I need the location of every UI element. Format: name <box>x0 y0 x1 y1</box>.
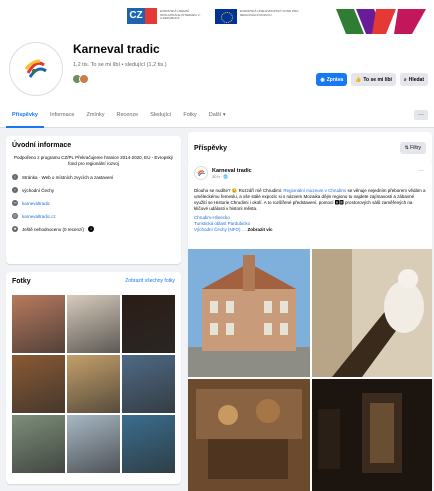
photo-grid <box>12 295 175 473</box>
page-avatar[interactable] <box>9 42 63 96</box>
like-button[interactable]: 👍 To se mi líbí <box>351 73 396 86</box>
museum-hall-photo[interactable] <box>67 355 120 413</box>
tab-reviews[interactable]: Recenze <box>111 104 145 128</box>
post-header: Karneval tradic 20 h · 🌐 <box>194 166 426 180</box>
intro-description: Podpořeno z programu CZ/PL Překračujeme … <box>14 155 173 166</box>
intro-row-website[interactable]: ◎ karnevaltradic.cz <box>12 213 175 219</box>
post-author-avatar[interactable] <box>194 166 208 180</box>
banner-decoration <box>336 9 426 34</box>
post-body: Dlouho se nudíte? 😉 Rozzáří mě Chrudimi:… <box>194 188 426 212</box>
post-card: Karneval tradic 20 h · 🌐 ··· Dlouho se n… <box>188 160 432 491</box>
tab-mentions[interactable]: Zmínky <box>80 104 110 128</box>
intro-row-rating: ★ Ještě nehodnoceno (0 recenzí) i <box>12 226 175 232</box>
intro-row-link[interactable]: ∞ karnevaltradic <box>12 200 175 206</box>
intro-link[interactable]: karnevaltradic <box>22 201 50 206</box>
building-photo[interactable] <box>12 295 65 353</box>
intro-card: Úvodní informace Podpořeno z programu CZ… <box>6 136 181 264</box>
page-actions: ◉ Zprávа 👍 To se mi líbí ⌕ Hledat <box>316 73 428 86</box>
exhibit-photo[interactable] <box>122 355 175 413</box>
post-mention-link[interactable]: Regionální muzeum v Chrudimi <box>283 188 346 193</box>
dark-room-photo[interactable] <box>122 295 175 353</box>
star-icon: ★ <box>12 226 18 232</box>
intro-row-text: Ještě nehodnoceno (0 recenzí) <box>22 226 85 232</box>
pl-logo-part <box>145 8 157 24</box>
cz-pl-logo: CZ <box>127 8 157 24</box>
see-more-link[interactable]: Zobrazit víc <box>248 227 273 232</box>
location-icon: • <box>12 187 18 193</box>
posts-title: Příspěvky <box>194 144 228 152</box>
karneval-logo-icon <box>24 59 47 78</box>
statue-stairs-image[interactable] <box>312 249 432 377</box>
eu-flag-icon <box>215 9 237 24</box>
friend-avatar <box>79 74 89 84</box>
post-options-icon[interactable]: ··· <box>418 168 424 174</box>
search-button-label: Hledat <box>408 76 424 83</box>
see-all-photos-link[interactable]: Zobrazit všechny fotky <box>125 278 175 285</box>
messenger-icon: ◉ <box>320 76 325 83</box>
friend-avatars[interactable] <box>72 74 89 84</box>
page-tabs: Příspěvky Informace Zmínky Recenze Sledu… <box>6 104 232 128</box>
tab-posts[interactable]: Příspěvky <box>6 104 44 128</box>
museum-building-image[interactable] <box>188 249 310 377</box>
like-button-label: To se mi líbí <box>363 76 392 83</box>
intro-row-location: • východní Čechy <box>12 187 175 193</box>
intro-row-text: Stránka · Web o místních zvycích a zasta… <box>22 174 114 180</box>
filter-button[interactable]: ⇅ Filtry <box>399 142 426 154</box>
post-image-gallery[interactable] <box>188 249 432 491</box>
intro-title: Úvodní informace <box>12 142 72 149</box>
workshop-photo[interactable] <box>12 355 65 413</box>
filter-label: Filtry <box>410 145 421 151</box>
exhibition-room-image[interactable] <box>188 379 310 491</box>
street-photo[interactable] <box>12 415 65 473</box>
intro-row-text: východní Čechy <box>22 187 55 193</box>
post-timestamp[interactable]: 20 h · 🌐 <box>212 174 252 179</box>
message-button[interactable]: ◉ Zprávа <box>316 73 348 86</box>
profile-header: Karneval tradic 1,2 tis. To se mi líbí •… <box>0 34 434 128</box>
program-text: EVROPSKÁ ÚZEMNÍ SPOLUPRÁCE INTERREG V-A … <box>160 9 201 20</box>
photos-title: Fotky <box>12 278 31 285</box>
tab-info[interactable]: Informace <box>44 104 80 128</box>
partner-banner: CZ EVROPSKÁ ÚZEMNÍ SPOLUPRÁCE INTERREG V… <box>0 0 434 34</box>
photos-card: Fotky Zobrazit všechny fotky <box>6 272 181 484</box>
glass-photo[interactable] <box>122 415 175 473</box>
search-icon: ⌕ <box>403 76 407 83</box>
dark-hall-image[interactable] <box>312 379 432 491</box>
post-text-part: Dlouho se nudíte? 😉 Rozzáří mě Chrudimi: <box>194 188 284 193</box>
page-title: Karneval tradic <box>73 42 160 56</box>
instagram-icon: ◎ <box>12 213 18 219</box>
link-icon: ∞ <box>12 200 18 206</box>
tab-followers[interactable]: Sledující <box>144 104 177 128</box>
more-options-button[interactable]: ··· <box>414 110 428 120</box>
photos-header: Fotky Zobrazit všechny fotky <box>12 278 175 285</box>
info-icon[interactable]: i <box>88 226 95 232</box>
post-author-name[interactable]: Karneval tradic <box>212 168 252 174</box>
eu-text: EVROPSKÁ UNIE EVROPSKÝ FOND PRO REGIONÁL… <box>240 9 299 17</box>
info-icon: i <box>12 174 18 180</box>
search-button[interactable]: ⌕ Hledat <box>399 73 428 86</box>
intro-website-link[interactable]: karnevaltradic.cz <box>22 214 56 219</box>
tab-more[interactable]: Další ▾ <box>203 104 232 128</box>
message-button-label: Zprávа <box>326 76 344 83</box>
post-tag[interactable]: Východní Čechy (NFO) <box>194 227 241 232</box>
intro-row-category: i Stránka · Web o místních zvycích a zas… <box>12 174 175 180</box>
post-tags: Chrudim-Hlinecko Turistická oblast Pardu… <box>194 215 426 233</box>
page-stats[interactable]: 1,2 tis. To se mi líbí • sledující (1,2 … <box>73 62 167 68</box>
thumbs-up-icon: 👍 <box>355 76 362 83</box>
tab-photos[interactable]: Fotky <box>177 104 202 128</box>
statue-photo[interactable] <box>67 295 120 353</box>
cz-logo-part: CZ <box>127 8 145 24</box>
table-photo[interactable] <box>67 415 120 473</box>
karneval-logo-icon <box>197 169 205 177</box>
